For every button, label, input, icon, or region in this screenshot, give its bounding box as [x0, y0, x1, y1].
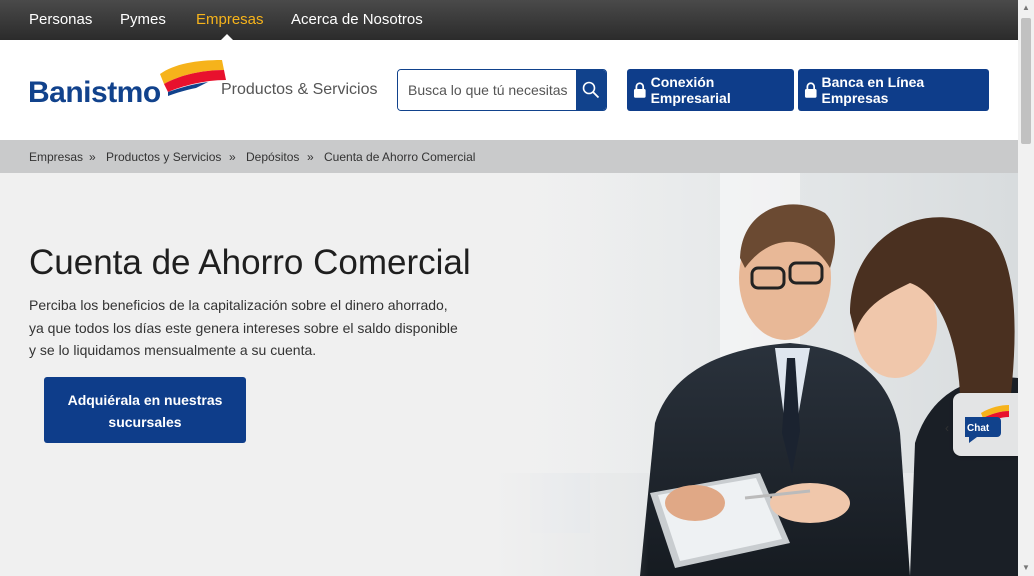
top-navigation: Personas Pymes Empresas Acerca de Nosotr…: [0, 0, 1018, 40]
adquierala-label-line: Adquiérala en nuestras: [67, 392, 223, 408]
nav-personas[interactable]: Personas: [29, 11, 92, 28]
breadcrumb: Empresas » Productos y Servicios » Depós…: [0, 140, 1018, 173]
chat-label: Chat: [967, 423, 990, 434]
search-icon: [582, 81, 600, 99]
adquierala-label-line: sucursales: [108, 414, 182, 430]
hero-description-line: Perciba los beneficios de la capitalizac…: [29, 297, 448, 313]
page-scrollbar[interactable]: ▲ ▼: [1018, 0, 1034, 576]
banca-en-linea-label: Banca en Línea Empresas: [821, 74, 925, 106]
nav-pymes[interactable]: Pymes: [120, 11, 166, 28]
breadcrumb-depositos[interactable]: Depósitos: [246, 150, 299, 164]
scroll-up-arrow-icon[interactable]: ▲: [1018, 0, 1034, 16]
search-input[interactable]: [398, 70, 578, 110]
header: Banistmo Productos & Servicios Conexión …: [0, 40, 1018, 140]
adquierala-button[interactable]: Adquiérala en nuestras sucursales: [44, 377, 246, 443]
breadcrumb-empresas[interactable]: Empresas: [29, 150, 83, 164]
products-services-link[interactable]: Productos & Servicios: [221, 81, 378, 99]
breadcrumb-productos[interactable]: Productos y Servicios: [106, 150, 221, 164]
logo-flag-icon: [160, 60, 226, 96]
conexion-empresarial-label: Conexión Empresarial: [650, 74, 731, 106]
hero-description-line: ya que todos los días este genera intere…: [29, 319, 458, 336]
conexion-empresarial-button[interactable]: Conexión Empresarial: [627, 69, 794, 111]
banistmo-logo[interactable]: Banistmo: [28, 58, 226, 110]
lock-icon: [804, 82, 817, 98]
hero-photo: [490, 173, 1018, 576]
search-box: [397, 69, 607, 111]
logo-text: Banistmo: [28, 76, 161, 109]
breadcrumb-separator: »: [89, 150, 96, 164]
breadcrumb-separator: »: [307, 150, 314, 164]
hero-description-line: y se lo liquidamos mensualmente a su cue…: [29, 342, 317, 358]
banca-en-linea-button[interactable]: Banca en Línea Empresas: [798, 69, 989, 111]
search-button[interactable]: [576, 70, 606, 110]
chat-widget[interactable]: ‹ Chat: [945, 393, 1018, 456]
hero-description: Perciba los beneficios de la capitalizac…: [29, 294, 469, 362]
chat-icon: Chat: [965, 405, 1009, 443]
lock-icon: [633, 82, 646, 98]
breadcrumb-current: Cuenta de Ahorro Comercial: [324, 150, 476, 164]
nav-acerca[interactable]: Acerca de Nosotros: [291, 11, 423, 28]
page-title: Cuenta de Ahorro Comercial: [29, 243, 471, 282]
scrollbar-thumb[interactable]: [1021, 18, 1031, 144]
hero-banner: Cuenta de Ahorro Comercial Perciba los b…: [0, 173, 1018, 576]
nav-empresas[interactable]: Empresas: [196, 11, 264, 28]
chevron-left-icon[interactable]: ‹: [945, 421, 949, 435]
scroll-down-arrow-icon[interactable]: ▼: [1018, 560, 1034, 576]
breadcrumb-separator: »: [229, 150, 236, 164]
